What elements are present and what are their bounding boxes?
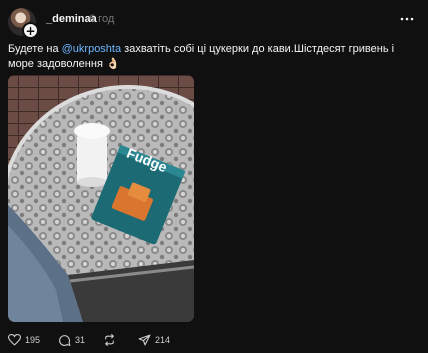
repost-button[interactable] xyxy=(103,334,120,346)
send-icon xyxy=(138,334,151,346)
like-button[interactable]: 195 xyxy=(8,334,40,346)
post-actions: 195 31 214 xyxy=(8,332,188,348)
comment-count: 31 xyxy=(75,335,86,345)
comment-button[interactable]: 31 xyxy=(58,334,85,347)
heart-icon xyxy=(8,334,21,346)
share-button[interactable]: 214 xyxy=(138,334,170,346)
thread-post: + _deminaa 6 год Будете на @ukrposhta за… xyxy=(0,0,428,353)
post-caption: Будете на @ukrposhta захватіть собі ці ц… xyxy=(8,42,418,72)
post-timestamp[interactable]: 6 год xyxy=(89,13,114,25)
comment-icon xyxy=(59,334,71,346)
share-count: 214 xyxy=(155,335,171,345)
caption-text-before: Будете на xyxy=(8,43,62,55)
author-avatar[interactable]: + xyxy=(8,8,39,39)
follow-plus-icon[interactable]: + xyxy=(22,22,39,39)
like-count: 195 xyxy=(25,335,41,345)
more-options-icon[interactable] xyxy=(400,14,414,24)
mention-link[interactable]: @ukrposhta xyxy=(62,43,121,55)
post-photo[interactable]: Fudge xyxy=(8,75,194,322)
repost-icon xyxy=(105,334,114,346)
